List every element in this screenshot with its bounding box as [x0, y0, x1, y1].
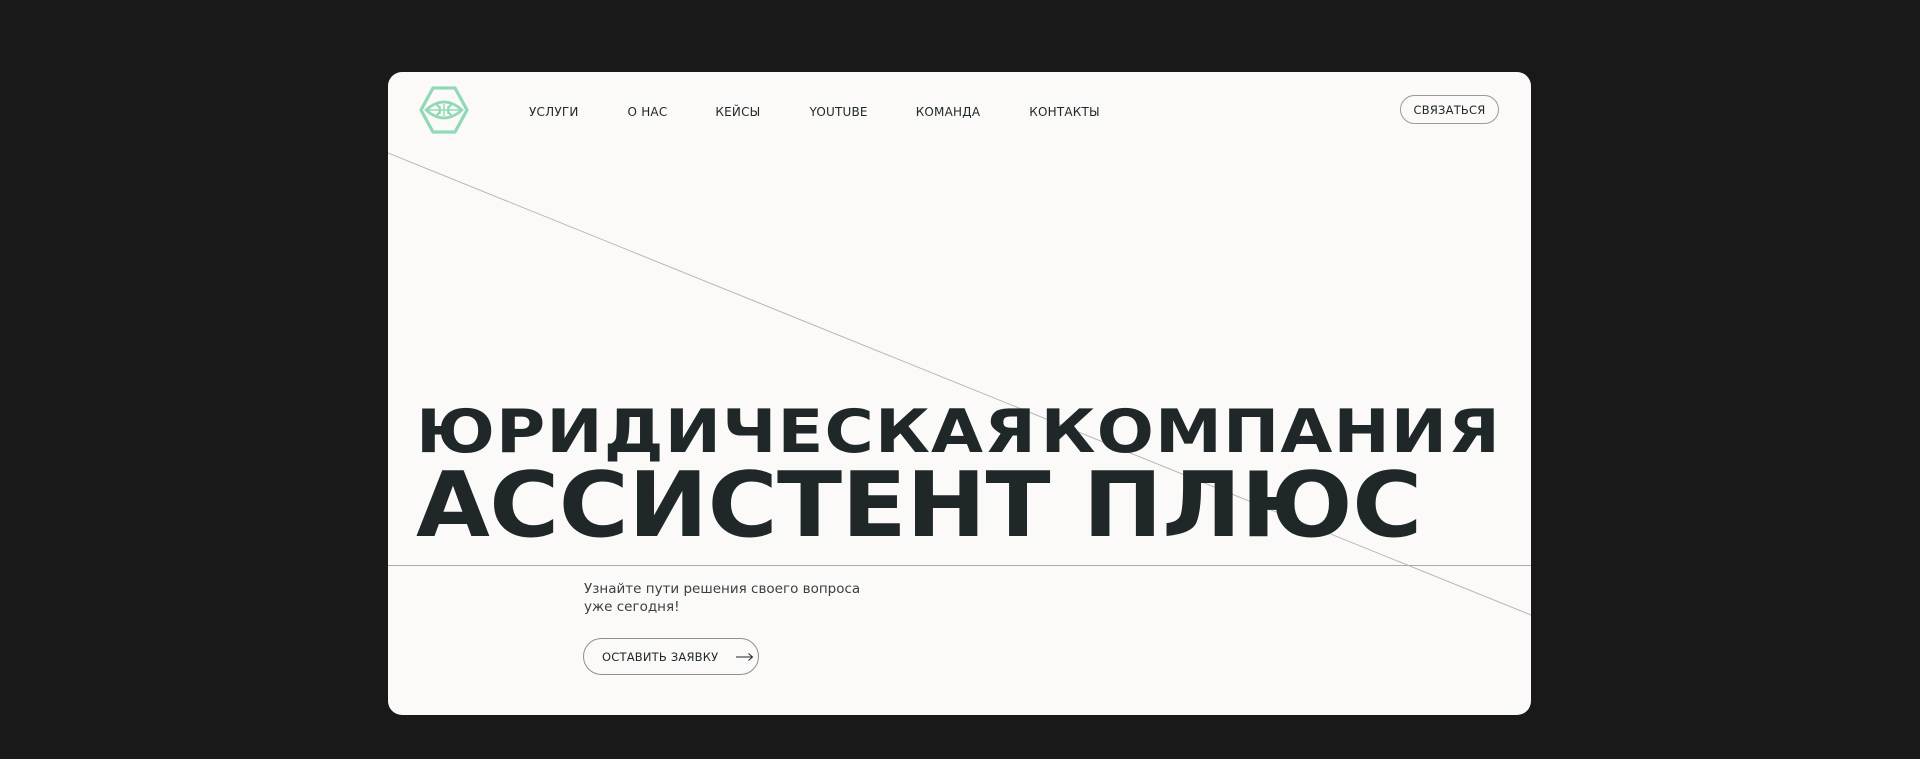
hero-card: УСЛУГИ О НАС КЕЙСЫ YOUTUBE КОМАНДА КОНТА… [388, 72, 1531, 715]
hero-subtitle-line-2: уже сегодня! [584, 599, 680, 615]
main-nav: УСЛУГИ О НАС КЕЙСЫ YOUTUBE КОМАНДА КОНТА… [529, 102, 1100, 122]
nav-item-contacts[interactable]: КОНТАКТЫ [1029, 102, 1100, 122]
nav-item-cases[interactable]: КЕЙСЫ [715, 102, 760, 122]
nav-item-youtube[interactable]: YOUTUBE [809, 102, 867, 122]
leave-request-label: ОСТАВИТЬ ЗАЯВКУ [602, 649, 719, 664]
nav-item-services[interactable]: УСЛУГИ [529, 102, 579, 122]
contact-button[interactable]: СВЯЗАТЬСЯ [1400, 95, 1499, 124]
hexagon-eye-logo-icon[interactable] [418, 85, 470, 135]
headline-main-row: АССИСТЕНТ ПЛЮС [416, 460, 1501, 552]
nav-item-team[interactable]: КОМАНДА [916, 102, 981, 122]
hero-subtitle: Узнайте пути решения своего вопроса уже … [584, 580, 874, 616]
nav-item-about[interactable]: О НАС [628, 102, 668, 122]
horizontal-divider [388, 565, 1531, 566]
hero-subtitle-line-1: Узнайте пути решения своего вопроса [584, 581, 861, 597]
headline-company-name: АССИСТЕНТ ПЛЮС [416, 453, 1422, 558]
leave-request-button[interactable]: ОСТАВИТЬ ЗАЯВКУ [583, 638, 759, 675]
diagonal-decor-line [388, 152, 1531, 616]
arrow-right-icon [736, 652, 754, 661]
